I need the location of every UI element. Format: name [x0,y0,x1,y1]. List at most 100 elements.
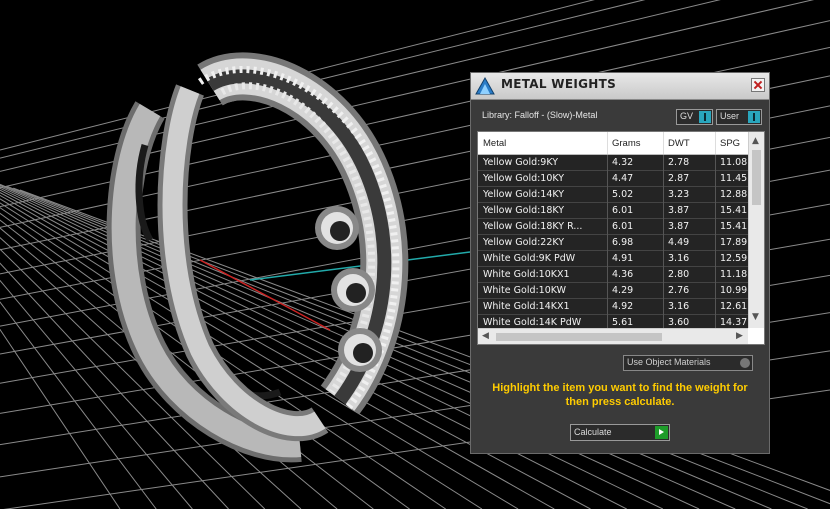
cell-divider [607,235,608,251]
column-header-metal[interactable]: Metal [483,138,506,149]
cell-grams: 4.36 [612,269,634,280]
use-object-materials-label: Use Object Materials [627,357,711,367]
cell-grams: 4.92 [612,301,634,312]
cell-metal: White Gold:14K PdW [483,317,582,328]
cell-divider [715,203,716,219]
cell-divider [715,155,716,171]
cell-divider [663,171,664,187]
cell-spg: 11.08 [720,157,748,168]
horizontal-scroll-thumb[interactable] [496,333,662,341]
table-row[interactable]: White Gold:10KW 4.29 2.76 10.99 [478,283,748,299]
gv-toggle[interactable]: GV [676,109,713,125]
table-row[interactable]: Yellow Gold:18KY R... 6.01 3.87 15.41 [478,219,748,235]
column-header-spg[interactable]: SPG [720,138,740,149]
table-row[interactable]: Yellow Gold:9KY 4.32 2.78 11.08 [478,155,748,171]
table-row[interactable]: Yellow Gold:14KY 5.02 3.23 12.88 [478,187,748,203]
horizontal-scrollbar[interactable]: ◀ ▶ [478,328,748,344]
cell-divider [663,155,664,171]
cell-divider [715,251,716,267]
table-body: Yellow Gold:9KY 4.32 2.78 11.08 Yellow Gold:… [478,155,748,331]
vertical-scroll-thumb[interactable] [752,150,761,205]
cell-metal: Yellow Gold:9KY [483,157,559,168]
table-row[interactable]: Yellow Gold:10KY 4.47 2.87 11.45 [478,171,748,187]
column-header-grams[interactable]: Grams [612,138,641,149]
cell-spg: 12.61 [720,301,748,312]
user-label: User [720,111,740,121]
cell-divider [715,235,716,251]
column-divider [607,132,608,154]
cell-divider [663,219,664,235]
cell-divider [607,155,608,171]
library-label: Library: Falloff - (Slow)-Metal [482,110,598,120]
scroll-down-icon[interactable]: ▼ [752,312,759,322]
cell-divider [715,283,716,299]
cell-grams: 6.98 [612,237,634,248]
close-icon[interactable] [751,78,765,92]
vertical-scrollbar[interactable]: ▲ ▼ [748,132,764,328]
cell-metal: White Gold:14KX1 [483,301,570,312]
instruction-text: Highlight the item you want to find the … [492,382,748,408]
metal-weights-table: Metal Grams DWT SPG Yellow Gold:9KY 4.32 2… [477,131,765,345]
cell-spg: 17.89 [720,237,748,248]
toggle-switch-icon [748,111,760,123]
cell-dwt: 3.87 [668,221,690,232]
calculate-label: Calculate [574,427,612,437]
cell-spg: 12.88 [720,189,748,200]
cell-dwt: 2.78 [668,157,690,168]
cell-dwt: 3.23 [668,189,690,200]
ring-model[interactable] [106,52,409,463]
column-divider [715,132,716,154]
calculate-button[interactable]: Calculate [570,424,670,441]
scroll-left-icon[interactable]: ◀ [482,331,489,341]
user-toggle[interactable]: User [716,109,762,125]
cell-divider [607,267,608,283]
scroll-right-icon[interactable]: ▶ [736,331,743,341]
panel-titlebar[interactable]: METAL WEIGHTS [471,73,769,100]
metal-weights-panel: METAL WEIGHTS Library: Falloff - (Slow)-… [470,72,770,454]
cell-spg: 14.37 [720,317,748,328]
cell-metal: Yellow Gold:22KY [483,237,565,248]
cell-divider [715,187,716,203]
gv-label: GV [680,111,694,121]
cell-divider [607,187,608,203]
cell-divider [715,267,716,283]
cell-metal: White Gold:10KX1 [483,269,570,280]
use-object-materials-toggle[interactable]: Use Object Materials [623,355,753,371]
table-row[interactable]: Yellow Gold:22KY 6.98 4.49 17.89 [478,235,748,251]
cell-grams: 6.01 [612,221,634,232]
panel-title: METAL WEIGHTS [501,77,617,91]
cell-spg: 11.45 [720,173,748,184]
cell-divider [663,203,664,219]
cell-spg: 10.99 [720,285,748,296]
scroll-up-icon[interactable]: ▲ [752,136,759,146]
cell-divider [715,299,716,315]
toggle-dot-icon [740,358,750,368]
cell-metal: Yellow Gold:18KY R... [483,221,583,232]
cell-grams: 5.61 [612,317,634,328]
cell-divider [607,219,608,235]
cell-spg: 15.41 [720,205,748,216]
cell-divider [607,251,608,267]
cell-divider [663,299,664,315]
cell-divider [607,171,608,187]
column-header-dwt[interactable]: DWT [668,138,690,149]
app-logo-icon [475,76,495,95]
cell-metal: Yellow Gold:10KY [483,173,565,184]
table-row[interactable]: White Gold:14KX1 4.92 3.16 12.61 [478,299,748,315]
cell-divider [715,219,716,235]
cell-metal: Yellow Gold:14KY [483,189,565,200]
cell-divider [607,203,608,219]
cell-divider [607,299,608,315]
cell-grams: 6.01 [612,205,634,216]
cell-divider [663,235,664,251]
cell-grams: 4.47 [612,173,634,184]
cell-dwt: 4.49 [668,237,690,248]
cell-divider [663,251,664,267]
cell-dwt: 3.87 [668,205,690,216]
table-row[interactable]: Yellow Gold:18KY 6.01 3.87 15.41 [478,203,748,219]
table-row[interactable]: White Gold:9K PdW 4.91 3.16 12.59 [478,251,748,267]
cell-spg: 15.41 [720,221,748,232]
cell-divider [663,187,664,203]
table-row[interactable]: White Gold:10KX1 4.36 2.80 11.18 [478,267,748,283]
column-divider [663,132,664,154]
